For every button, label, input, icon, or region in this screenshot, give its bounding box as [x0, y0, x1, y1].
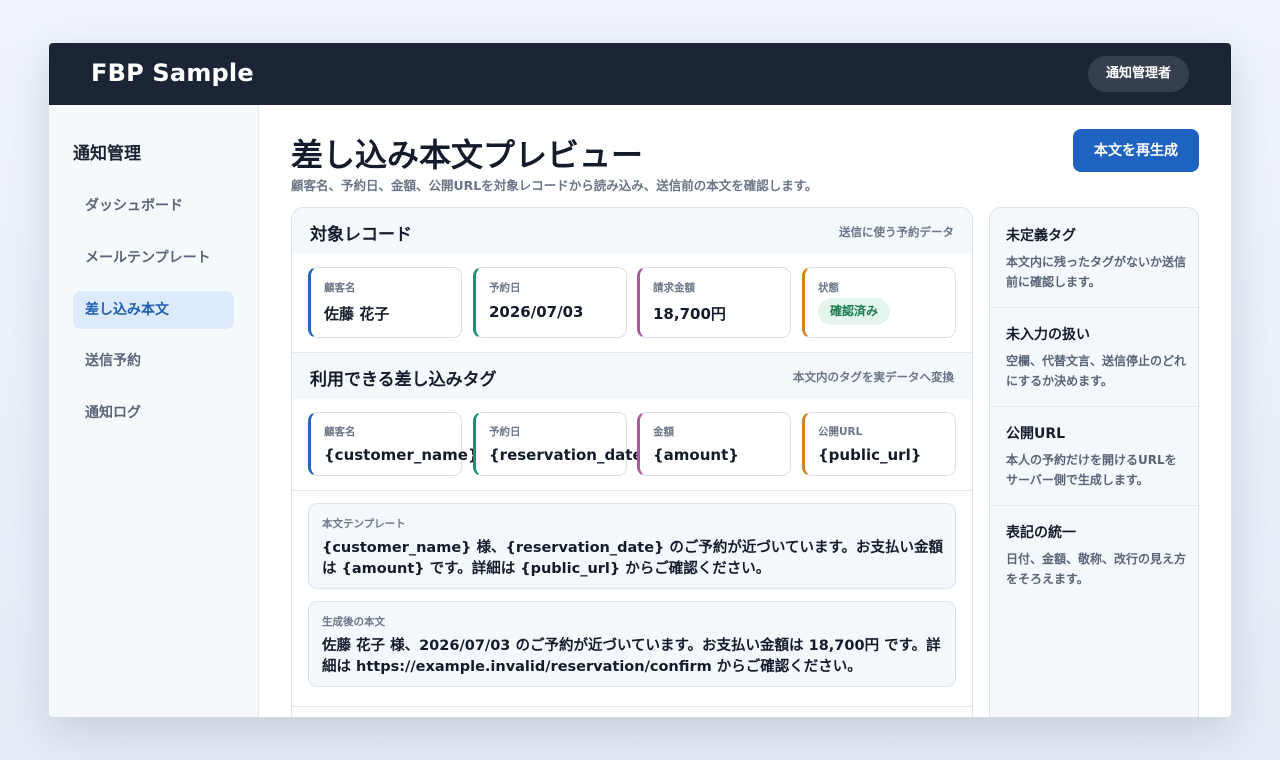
record-label: 予約日 [489, 282, 521, 294]
sidebar-item-notification-log[interactable]: 通知ログ [73, 394, 234, 432]
tag-tile-reservation-date[interactable]: 予約日 {reservation_date} [473, 412, 653, 476]
sidebar-item-dashboard[interactable]: ダッシュボード [73, 187, 234, 225]
tip-public-url: 公開URL 本人の予約だけを開けるURLをサーバー側で生成します。 [990, 406, 1198, 506]
sidebar-item-mail-templates[interactable]: メールテンプレート [73, 239, 234, 277]
record-tile-date: 予約日 2026/07/03 [473, 267, 627, 338]
sidebar-title: 通知管理 [73, 144, 141, 164]
target-record-header: 対象レコード 送信に使う予約データ [292, 208, 972, 254]
record-label: 顧客名 [324, 282, 356, 294]
tip-title: 表記の統一 [1006, 525, 1076, 541]
template-body-text: {customer_name} 様、{reservation_date} のご予… [322, 540, 944, 577]
tip-title: 公開URL [1006, 426, 1066, 442]
record-tile-status: 状態 確認済み [802, 267, 956, 338]
tip-body: 日付、金額、敬称、改行の見え方をそろえます。 [1006, 552, 1187, 586]
tag-code: {reservation_date} [489, 446, 654, 464]
tip-title: 未入力の扱い [1006, 327, 1090, 343]
template-body-box: 本文テンプレート {customer_name} 様、{reservation_… [308, 503, 956, 589]
section-divider [292, 706, 972, 707]
record-tile-amount: 請求金額 18,700円 [637, 267, 791, 338]
tag-code: {customer_name} [324, 446, 479, 464]
generated-body-text: 佐藤 花子 様、2026/07/03 のご予約が近づいています。お支払い金額は … [322, 638, 941, 675]
tip-body: 本文内に残ったタグがないか送信前に確認します。 [1006, 255, 1187, 289]
record-value: 2026/07/03 [489, 303, 584, 321]
preview-card: 対象レコード 送信に使う予約データ 顧客名 佐藤 花子 予約日 2026/07/… [291, 207, 973, 717]
section-divider [292, 490, 972, 491]
record-label: 状態 [818, 282, 839, 294]
page-title: 差し込み本文プレビュー [291, 136, 644, 174]
main-content: 差し込み本文プレビュー 顧客名、予約日、金額、公開URLを対象レコードから読み込… [259, 105, 1231, 717]
tag-label: 公開URL [818, 426, 863, 438]
sidebar-item-scheduled-send[interactable]: 送信予約 [73, 342, 234, 380]
record-value: 佐藤 花子 [324, 305, 390, 323]
tips-panel: 未定義タグ 本文内に残ったタグがないか送信前に確認します。 未入力の扱い 空欄、… [989, 207, 1199, 717]
user-role-button[interactable]: 通知管理者 [1087, 56, 1189, 92]
sidebar-item-merge-body[interactable]: 差し込み本文 [73, 291, 234, 329]
tip-body: 本人の予約だけを開けるURLをサーバー側で生成します。 [1006, 453, 1177, 487]
tip-empty-values: 未入力の扱い 空欄、代替文言、送信停止のどれにするか決めます。 [990, 307, 1198, 407]
tag-label: 予約日 [489, 426, 521, 438]
target-record-title: 対象レコード [310, 225, 412, 245]
template-body-label: 本文テンプレート [322, 518, 406, 530]
app-window: FBP Sample 通知管理者 通知管理 ダッシュボード メールテンプレート … [49, 43, 1231, 717]
regenerate-button[interactable]: 本文を再生成 [1073, 129, 1199, 172]
tip-undefined-tags: 未定義タグ 本文内に残ったタグがないか送信前に確認します。 [990, 208, 1198, 308]
target-record-note: 送信に使う予約データ [839, 225, 954, 239]
tag-tile-public-url[interactable]: 公開URL {public_url} [802, 412, 956, 476]
tags-title: 利用できる差し込みタグ [310, 370, 497, 390]
tag-label: 顧客名 [324, 426, 356, 438]
tag-code: {amount} [653, 446, 739, 464]
tag-tile-customer-name[interactable]: 顧客名 {customer_name} [308, 412, 479, 476]
status-badge: 確認済み [818, 298, 891, 325]
generated-body-label: 生成後の本文 [322, 616, 385, 628]
tip-notation: 表記の統一 日付、金額、敬称、改行の見え方をそろえます。 [990, 505, 1198, 605]
tip-body: 空欄、代替文言、送信停止のどれにするか決めます。 [1006, 354, 1187, 388]
top-bar: FBP Sample 通知管理者 [49, 43, 1231, 105]
record-value: 18,700円 [653, 305, 726, 323]
page-subtitle: 顧客名、予約日、金額、公開URLを対象レコードから読み込み、送信前の本文を確認し… [291, 178, 818, 193]
tag-code: {public_url} [818, 446, 922, 464]
record-tile-customer: 顧客名 佐藤 花子 [308, 267, 462, 338]
tag-tile-amount[interactable]: 金額 {amount} [637, 412, 791, 476]
record-label: 請求金額 [653, 282, 695, 294]
tag-label: 金額 [653, 426, 674, 438]
tip-title: 未定義タグ [1006, 228, 1076, 244]
tags-note: 本文内のタグを実データへ変換 [793, 370, 954, 384]
tags-header: 利用できる差し込みタグ 本文内のタグを実データへ変換 [292, 353, 972, 399]
generated-body-box: 生成後の本文 佐藤 花子 様、2026/07/03 のご予約が近づいています。お… [308, 601, 956, 687]
sidebar: 通知管理 ダッシュボード メールテンプレート 差し込み本文 送信予約 通知ログ [49, 105, 259, 717]
brand-logo[interactable]: FBP Sample [91, 59, 254, 87]
